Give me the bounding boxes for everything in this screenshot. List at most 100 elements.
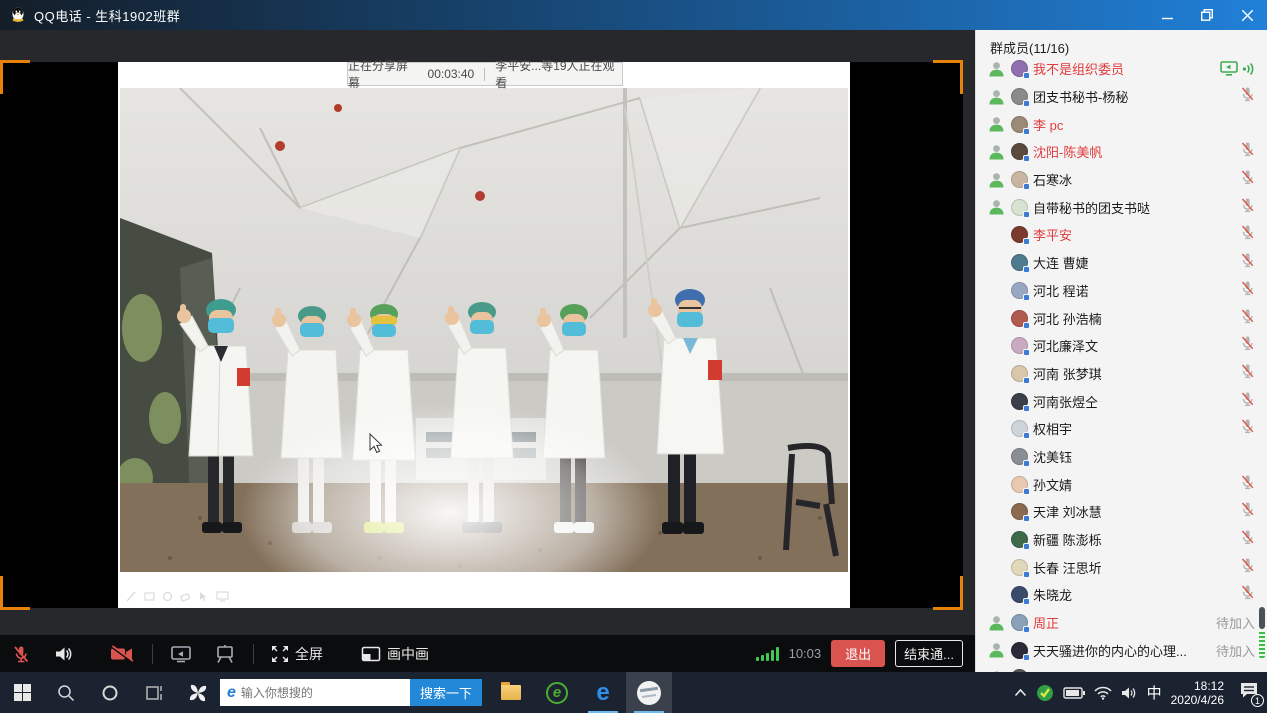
member-name: 团支书秘书-杨秘 (1033, 87, 1128, 106)
device-badge (1023, 515, 1030, 522)
action-center-icon[interactable]: 1 (1239, 681, 1259, 704)
ime-indicator[interactable]: 中 (1147, 682, 1162, 703)
member-name: 周正 (1033, 613, 1059, 632)
end-call-button[interactable]: 结束通... (895, 640, 963, 667)
share-corner-marker (933, 60, 963, 94)
member-list: 我不是组织委员 (976, 55, 1267, 672)
whiteboard-button[interactable] (203, 635, 247, 672)
member-mic-muted-icon (1240, 86, 1255, 107)
member-avatar (1011, 393, 1028, 410)
volume-icon[interactable] (1121, 686, 1138, 700)
file-explorer-icon[interactable] (488, 672, 534, 713)
signal-strength-icon (756, 647, 779, 661)
task-view-icon[interactable] (132, 672, 176, 713)
taskbar-search-box[interactable]: e (220, 679, 410, 706)
member-online-icon (988, 89, 1005, 105)
wifi-icon[interactable] (1094, 686, 1112, 700)
member-name: 自带秘书的团支书哒 (1033, 198, 1150, 217)
restore-button[interactable] (1187, 0, 1227, 30)
device-badge (1023, 432, 1030, 439)
member-mic-muted-icon (1240, 224, 1255, 245)
member-avatar (1011, 476, 1028, 493)
ie-icon: e (227, 684, 236, 702)
member-name: 河北 程诺 (1033, 281, 1089, 300)
call-toolbar: 全屏 画中画 10:03 退出 结束通... (0, 635, 975, 672)
taskbar-search-icon[interactable] (44, 672, 88, 713)
search-input[interactable] (241, 686, 410, 700)
device-badge (1023, 460, 1030, 467)
member-name: 河北 孙浩楠 (1033, 309, 1102, 328)
member-row[interactable]: 权相宇 (976, 415, 1267, 443)
screen-share-region: 正在分享屏幕 00:03:40 李平安...等19人正在观看 (0, 62, 963, 608)
pinwheel-app-icon[interactable] (176, 672, 220, 713)
member-name: 长春 汪思圻 (1033, 558, 1102, 577)
cursor-tool-icon (198, 591, 209, 602)
window-titlebar: QQ电话 - 生科1902班群 (0, 0, 1267, 30)
clock-date: 2020/4/26 (1171, 693, 1224, 707)
member-row[interactable]: 李 pc (976, 110, 1267, 138)
member-row[interactable]: 团支书秘书-杨秘 (976, 83, 1267, 111)
search-go-button[interactable]: 搜索一下 (410, 679, 482, 706)
member-row[interactable]: 河南张煜仝 (976, 387, 1267, 415)
member-row[interactable]: 孙文婧 (976, 470, 1267, 498)
member-row[interactable]: 朱晓龙 (976, 581, 1267, 609)
member-avatar (1011, 116, 1028, 133)
antivirus-tray-icon[interactable] (1036, 684, 1054, 702)
cortana-icon[interactable] (88, 672, 132, 713)
member-avatar (1011, 448, 1028, 465)
member-avatar (1011, 503, 1028, 520)
system-tray: 中 18:12 2020/4/26 1 (1014, 672, 1259, 713)
speaker-button[interactable] (42, 635, 84, 672)
device-badge (1023, 294, 1030, 301)
start-button[interactable] (0, 672, 44, 713)
share-screen-button[interactable] (159, 635, 203, 672)
qq-taskbar-icon[interactable] (626, 672, 672, 713)
scrollbar-thumb[interactable] (1259, 607, 1265, 629)
member-avatar (1011, 531, 1028, 548)
member-avatar (1011, 586, 1028, 603)
member-name: 朱晓龙 (1033, 585, 1072, 604)
member-row[interactable]: 周正 (976, 609, 1267, 637)
share-corner-marker (0, 60, 30, 94)
taskbar-clock[interactable]: 18:12 2020/4/26 (1171, 679, 1224, 707)
member-row[interactable]: 石寒冰 (976, 166, 1267, 194)
edge-browser-icon[interactable]: e (580, 672, 626, 713)
device-badge (1023, 377, 1030, 384)
member-row[interactable]: 天天骚进你的内心的心理... (976, 636, 1267, 664)
member-name: 我不是组织委员 (1033, 59, 1124, 78)
mic-mute-button[interactable] (0, 635, 42, 672)
sharing-banner: 正在分享屏幕 00:03:40 李平安...等19人正在观看 (347, 62, 623, 86)
minimize-button[interactable] (1147, 0, 1187, 30)
device-badge (1023, 571, 1030, 578)
green-browser-icon[interactable]: e (534, 672, 580, 713)
annotation-toolbar[interactable] (126, 591, 229, 602)
member-row[interactable]: 我不是组织委员 (976, 55, 1267, 83)
member-row[interactable]: 河北 程诺 (976, 277, 1267, 305)
camera-mute-button[interactable] (98, 635, 146, 672)
member-avatar (1011, 171, 1028, 188)
call-stage: 正在分享屏幕 00:03:40 李平安...等19人正在观看 (0, 30, 975, 672)
member-row[interactable]: 新疆 陈澎栎 (976, 526, 1267, 554)
member-row[interactable]: 沈阳-陈美帆 (976, 138, 1267, 166)
member-row[interactable]: 大连 曹婕 (976, 249, 1267, 277)
device-badge (1023, 238, 1030, 245)
fullscreen-button[interactable]: 全屏 (260, 635, 334, 672)
member-row[interactable] (976, 664, 1267, 672)
member-row[interactable]: 河南 张梦琪 (976, 360, 1267, 388)
member-row[interactable]: 李平安 (976, 221, 1267, 249)
exit-button[interactable]: 退出 (831, 640, 885, 667)
member-row[interactable]: 天津 刘冰慧 (976, 498, 1267, 526)
ellipse-icon (162, 591, 173, 602)
member-row[interactable]: 河北廉泽文 (976, 332, 1267, 360)
member-row[interactable]: 河北 孙浩楠 (976, 304, 1267, 332)
pip-button[interactable]: 画中画 (350, 635, 440, 672)
member-row[interactable]: 自带秘书的团支书哒 (976, 193, 1267, 221)
device-badge (1023, 654, 1030, 661)
member-row[interactable]: 长春 汪思圻 (976, 553, 1267, 581)
tray-expand-icon[interactable] (1014, 688, 1027, 697)
close-button[interactable] (1227, 0, 1267, 30)
member-row[interactable]: 沈美钰 (976, 443, 1267, 471)
battery-icon[interactable] (1063, 687, 1085, 699)
sharing-viewers: 李平安...等19人正在观看 (495, 57, 622, 91)
sidebar-scrollbar[interactable] (1259, 607, 1265, 658)
